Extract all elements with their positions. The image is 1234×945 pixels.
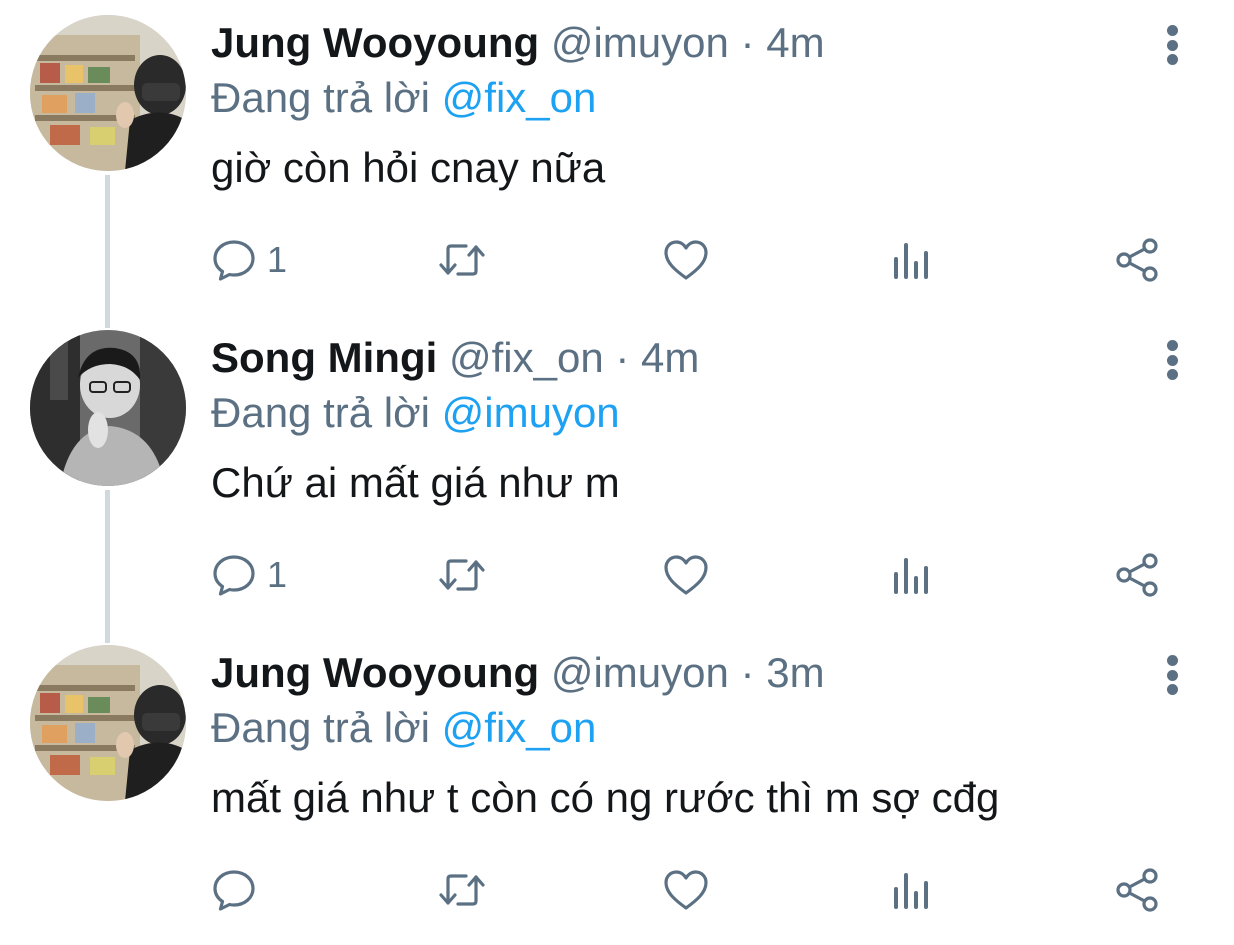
like-button[interactable] bbox=[662, 862, 710, 918]
tweet-header: Jung Wooyoung @imuyon · 4m bbox=[211, 16, 825, 70]
store-selfie-avatar-image bbox=[30, 15, 186, 171]
timestamp[interactable]: 3m bbox=[766, 649, 824, 696]
analytics-button[interactable] bbox=[890, 862, 934, 918]
replying-label: Đang trả lời bbox=[211, 704, 430, 751]
handle[interactable]: @imuyon bbox=[551, 19, 729, 66]
display-name[interactable]: Jung Wooyoung bbox=[211, 649, 539, 696]
share-button[interactable] bbox=[1113, 862, 1163, 918]
handle[interactable]: @fix_on bbox=[449, 334, 604, 381]
like-button[interactable] bbox=[662, 547, 710, 603]
retweet-icon bbox=[439, 874, 485, 906]
replying-to: Đang trả lời @fix_on bbox=[211, 701, 596, 755]
display-name[interactable]: Song Mingi bbox=[211, 334, 437, 381]
heart-icon bbox=[664, 555, 708, 595]
avatar[interactable] bbox=[30, 15, 186, 171]
separator-dot: · bbox=[615, 334, 630, 381]
tweet-text: mất giá như t còn có ng rước thì m sợ cđ… bbox=[211, 774, 1000, 821]
reply-button[interactable] bbox=[211, 862, 267, 918]
mention-link[interactable]: @fix_on bbox=[442, 704, 597, 751]
mention-link[interactable]: @fix_on bbox=[442, 74, 597, 121]
replying-to: Đang trả lời @fix_on bbox=[211, 71, 596, 125]
tweet-text: Chứ ai mất giá như m bbox=[211, 459, 620, 506]
share-button[interactable] bbox=[1113, 547, 1163, 603]
like-button[interactable] bbox=[662, 232, 710, 288]
analytics-button[interactable] bbox=[890, 547, 934, 603]
heart-icon bbox=[664, 870, 708, 910]
tweet[interactable]: Song Mingi @fix_on · 4m Đang trả lời @im… bbox=[0, 315, 1234, 630]
analytics-icon bbox=[894, 243, 928, 279]
reply-count: 1 bbox=[267, 239, 288, 280]
retweet-button[interactable] bbox=[436, 862, 488, 918]
timestamp[interactable]: 4m bbox=[766, 19, 824, 66]
tweet-actions bbox=[211, 862, 1171, 918]
share-icon bbox=[1116, 868, 1158, 912]
tweet[interactable]: Jung Wooyoung @imuyon · 4m Đang trả lời … bbox=[0, 0, 1234, 315]
timestamp[interactable]: 4m bbox=[641, 334, 699, 381]
reply-icon bbox=[213, 240, 255, 281]
reply-button[interactable]: 1 bbox=[211, 232, 287, 288]
analytics-icon bbox=[894, 558, 928, 594]
avatar[interactable] bbox=[30, 330, 186, 486]
store-selfie-avatar-image bbox=[30, 645, 186, 801]
reply-icon bbox=[213, 555, 255, 596]
handle[interactable]: @imuyon bbox=[551, 649, 729, 696]
share-icon bbox=[1116, 553, 1158, 597]
retweet-icon bbox=[439, 559, 485, 591]
reply-icon bbox=[213, 870, 255, 911]
share-icon bbox=[1116, 238, 1158, 282]
analytics-icon bbox=[894, 873, 928, 909]
avatar[interactable] bbox=[30, 645, 186, 801]
retweet-button[interactable] bbox=[436, 232, 488, 288]
tweet-header: Jung Wooyoung @imuyon · 3m bbox=[211, 646, 825, 700]
replying-label: Đang trả lời bbox=[211, 389, 430, 436]
tweet-header: Song Mingi @fix_on · 4m bbox=[211, 331, 699, 385]
more-vertical-icon[interactable] bbox=[1150, 20, 1194, 70]
mention-link[interactable]: @imuyon bbox=[442, 389, 620, 436]
replying-label: Đang trả lời bbox=[211, 74, 430, 121]
tweet-actions: 1 bbox=[211, 232, 1171, 288]
analytics-button[interactable] bbox=[890, 232, 934, 288]
share-button[interactable] bbox=[1113, 232, 1163, 288]
display-name[interactable]: Jung Wooyoung bbox=[211, 19, 539, 66]
more-vertical-icon[interactable] bbox=[1150, 335, 1194, 385]
more-vertical-icon[interactable] bbox=[1150, 650, 1194, 700]
retweet-icon bbox=[439, 244, 485, 276]
tweet[interactable]: Jung Wooyoung @imuyon · 3m Đang trả lời … bbox=[0, 630, 1234, 945]
retweet-button[interactable] bbox=[436, 547, 488, 603]
separator-dot: · bbox=[740, 19, 755, 66]
heart-icon bbox=[664, 240, 708, 280]
separator-dot: · bbox=[740, 649, 755, 696]
tweet-text: giờ còn hỏi cnay nữa bbox=[211, 144, 606, 191]
tweet-actions: 1 bbox=[211, 547, 1171, 603]
reply-count: 1 bbox=[267, 554, 288, 595]
replying-to: Đang trả lời @imuyon bbox=[211, 386, 620, 440]
bw-portrait-avatar-image bbox=[30, 330, 186, 486]
reply-button[interactable]: 1 bbox=[211, 547, 287, 603]
